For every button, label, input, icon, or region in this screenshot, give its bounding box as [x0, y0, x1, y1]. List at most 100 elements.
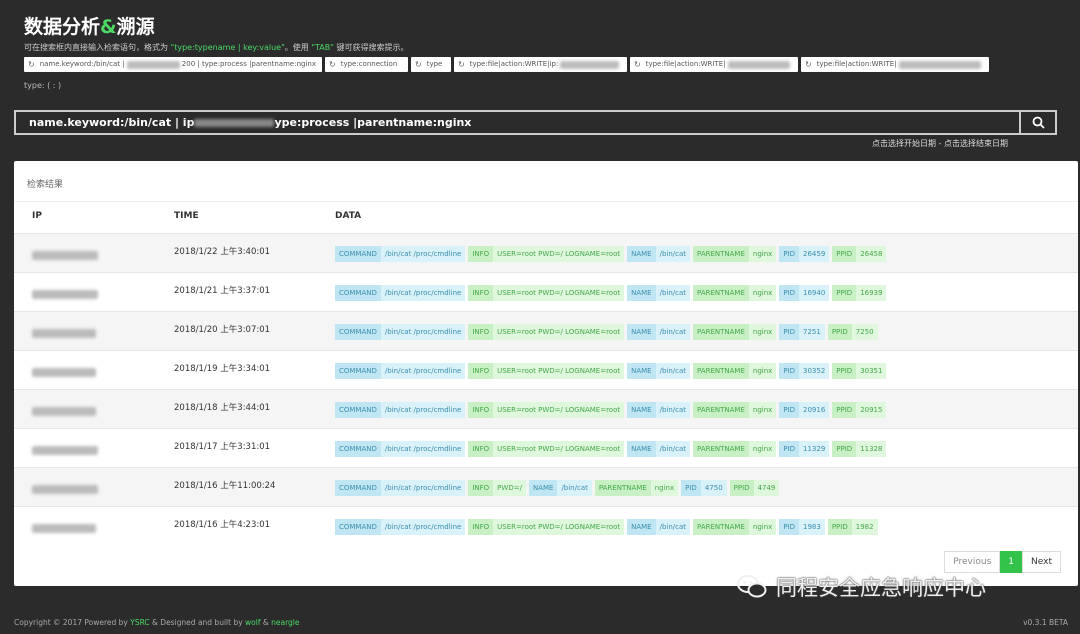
redacted-ip [32, 524, 96, 533]
version-label: v0.3.1 BETA [1023, 618, 1068, 627]
data-tag-key: PID [779, 324, 799, 340]
data-tag-value: 30352 [799, 363, 830, 379]
data-tag-value: /bin/cat [655, 324, 691, 340]
time-cell: 2018/1/18 上午3:44:01 [174, 403, 271, 413]
data-tag-value: USER=root PWD=/ LOGNAME=root [493, 246, 625, 262]
data-tag-value: USER=root PWD=/ LOGNAME=root [493, 519, 625, 535]
search-input[interactable]: name.keyword:/bin/cat | ip ype:process |p… [14, 110, 1021, 135]
data-tag-value: /bin/cat /proc/cmdline [380, 402, 466, 418]
data-tag-value: /bin/cat [655, 519, 691, 535]
neargle-link[interactable]: neargle [271, 618, 299, 627]
redacted-ip [32, 251, 98, 260]
history-chip[interactable]: ↻ name.keyword:/bin/cat | 200 | type:proce… [24, 57, 322, 72]
history-chip[interactable]: ↻ type [411, 57, 451, 72]
redacted-ip [32, 368, 96, 377]
search-hint: 可在搜索框内直接输入检索语句，格式为 "type:typename | key:… [24, 43, 409, 52]
results-title: 检索结果 [27, 180, 64, 190]
wechat-icon [737, 575, 767, 598]
history-chip[interactable]: ↻ type:file|action:WRITE| [801, 57, 989, 72]
data-tag-value: /bin/cat [655, 285, 691, 301]
results-table: 2018/1/22 上午3:40:01 COMMAND/bin/cat /proc… [14, 233, 1078, 545]
data-cell: COMMAND/bin/cat /proc/cmdline INFO USER=ro… [335, 519, 881, 535]
ip-cell [32, 245, 98, 264]
time-cell: 2018/1/22 上午3:40:01 [174, 247, 271, 257]
wolf-link[interactable]: wolf [245, 618, 260, 627]
column-header-data: DATA [335, 211, 362, 221]
data-cell: COMMAND/bin/cat /proc/cmdline INFO USER=ro… [335, 246, 889, 262]
data-tag-value: 7250 [851, 324, 878, 340]
search-button[interactable] [1021, 110, 1057, 135]
next-page-button[interactable]: Next [1022, 551, 1061, 573]
data-tag-value: nginx [748, 285, 777, 301]
data-tag-value: USER=root PWD=/ LOGNAME=root [493, 441, 625, 457]
history-chip[interactable]: ↻ type:file|action:WRITE| [630, 57, 798, 72]
data-tag-key: COMMAND [335, 324, 381, 340]
redacted-ip [32, 290, 98, 299]
data-tag-value: nginx [748, 363, 777, 379]
time-cell: 2018/1/17 上午3:31:01 [174, 442, 271, 452]
data-tag-key: PARENTNAME [693, 519, 749, 535]
table-row[interactable]: 2018/1/16 上午4:23:01 COMMAND/bin/cat /proc… [14, 506, 1078, 545]
data-tag-key: PPID [832, 363, 857, 379]
data-tag-key: COMMAND [335, 285, 381, 301]
history-chip[interactable]: ↻ type:file|action:WRITE|ip: [454, 57, 627, 72]
table-row[interactable]: 2018/1/16 上午11:00:24 COMMAND/bin/cat /pro… [14, 467, 1078, 506]
data-tag-key: COMMAND [335, 246, 381, 262]
data-tag-value: 16940 [799, 285, 830, 301]
ip-cell [32, 323, 96, 342]
table-row[interactable]: 2018/1/18 上午3:44:01 COMMAND/bin/cat /proc… [14, 389, 1078, 428]
history-icon: ↻ [634, 60, 641, 69]
data-tag-value: USER=root PWD=/ LOGNAME=root [493, 402, 625, 418]
time-cell: 2018/1/19 上午3:34:01 [174, 364, 271, 374]
data-tag-key: INFO [468, 246, 494, 262]
ysrc-link[interactable]: YSRC [130, 618, 149, 627]
date-range-picker[interactable]: 点击选择开始日期 - 点击选择结束日期 [872, 138, 1008, 149]
data-tag-key: INFO [468, 324, 494, 340]
redacted-ip [126, 60, 180, 69]
data-tag-value: nginx [748, 519, 777, 535]
data-tag-value: 20916 [799, 402, 830, 418]
data-tag-value: USER=root PWD=/ LOGNAME=root [493, 324, 625, 340]
table-row[interactable]: 2018/1/17 上午3:31:01 COMMAND/bin/cat /proc… [14, 428, 1078, 467]
data-tag-key: INFO [468, 480, 494, 496]
table-row[interactable]: 2018/1/21 上午3:37:01 COMMAND/bin/cat /proc… [14, 272, 1078, 311]
data-tag-key: NAME [627, 519, 656, 535]
data-tag-value: USER=root PWD=/ LOGNAME=root [493, 363, 625, 379]
watermark: 同程安全应急响应中心 [736, 572, 986, 602]
table-row[interactable]: 2018/1/22 上午3:40:01 COMMAND/bin/cat /proc… [14, 233, 1078, 272]
redacted-ip [32, 446, 98, 455]
history-chip[interactable]: ↻ type:connection [325, 57, 408, 72]
data-tag-key: NAME [627, 402, 656, 418]
redacted-ip [32, 329, 96, 338]
time-cell: 2018/1/16 上午4:23:01 [174, 520, 271, 530]
data-tag-key: PARENTNAME [693, 324, 749, 340]
data-tag-value: /bin/cat /proc/cmdline [380, 285, 466, 301]
data-tag-key: COMMAND [335, 363, 381, 379]
data-tag-value: /bin/cat /proc/cmdline [380, 363, 466, 379]
time-cell: 2018/1/16 上午11:00:24 [174, 481, 276, 491]
ip-cell [32, 440, 98, 459]
history-icon: ↻ [329, 60, 336, 69]
table-row[interactable]: 2018/1/19 上午3:34:01 COMMAND/bin/cat /proc… [14, 350, 1078, 389]
data-cell: COMMAND/bin/cat /proc/cmdline INFO USER=ro… [335, 363, 889, 379]
data-tag-value: /bin/cat [655, 441, 691, 457]
search-history-list: ↻ name.keyword:/bin/cat | 200 | type:proce… [24, 57, 989, 72]
data-tag-value: /bin/cat [655, 246, 691, 262]
data-tag-key: PPID [827, 519, 852, 535]
data-tag-key: PID [779, 441, 799, 457]
data-tag-key: COMMAND [335, 480, 381, 496]
previous-page-button[interactable]: Previous [944, 551, 1001, 573]
type-hint: type: ( : ) [24, 81, 62, 90]
page-1-button[interactable]: 1 [1000, 551, 1023, 573]
redacted-ip [32, 485, 98, 494]
history-icon: ↻ [458, 60, 465, 69]
data-tag-value: 11328 [856, 441, 887, 457]
data-tag-key: PARENTNAME [693, 402, 749, 418]
data-tag-key: NAME [627, 324, 656, 340]
data-tag-value: nginx [650, 480, 679, 496]
search-icon [1032, 116, 1045, 129]
data-tag-key: PID [779, 363, 799, 379]
data-tag-value: 20915 [856, 402, 887, 418]
data-tag-key: COMMAND [335, 402, 381, 418]
table-row[interactable]: 2018/1/20 上午3:07:01 COMMAND/bin/cat /proc… [14, 311, 1078, 350]
